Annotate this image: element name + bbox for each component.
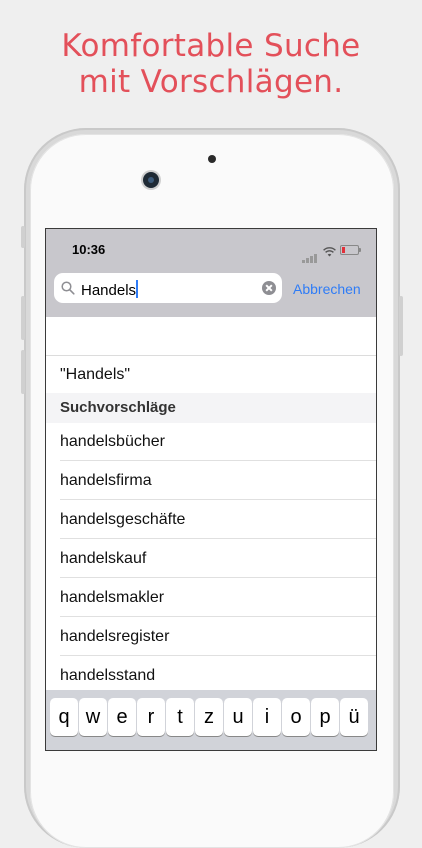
front-camera bbox=[143, 172, 159, 188]
clear-icon[interactable] bbox=[262, 281, 276, 295]
suggestion-item[interactable]: handelskauf bbox=[60, 540, 376, 578]
key-o[interactable]: o bbox=[282, 698, 310, 736]
query-result-item[interactable]: "Handels" bbox=[60, 356, 376, 394]
key-e[interactable]: e bbox=[108, 698, 136, 736]
search-icon bbox=[61, 281, 75, 300]
phone-screen: 10:36 Handels Abbrechen "Handels" Suchvo… bbox=[46, 229, 376, 750]
headline-line-2: mit Vorschlägen. bbox=[78, 64, 344, 100]
phone-side-button-right bbox=[399, 296, 403, 356]
key-u[interactable]: u bbox=[224, 698, 252, 736]
suggestion-item[interactable]: handelsregister bbox=[60, 618, 376, 656]
keyboard: q w e r t z u i o p ü bbox=[46, 690, 376, 750]
suggestions-section-header: Suchvorschläge bbox=[46, 393, 376, 423]
search-bar: Handels Abbrechen bbox=[46, 271, 376, 317]
status-time: 10:36 bbox=[72, 242, 106, 257]
key-r[interactable]: r bbox=[137, 698, 165, 736]
key-z[interactable]: z bbox=[195, 698, 223, 736]
key-w[interactable]: w bbox=[79, 698, 107, 736]
key-i[interactable]: i bbox=[253, 698, 281, 736]
phone-side-button-left-1 bbox=[21, 226, 25, 248]
empty-result-row bbox=[46, 317, 376, 356]
headline-line-1: Komfortable Suche bbox=[61, 28, 361, 64]
phone-side-button-left-3 bbox=[21, 350, 25, 394]
battery-icon bbox=[340, 245, 361, 255]
search-input-value: Handels bbox=[81, 280, 139, 299]
search-input[interactable]: Handels bbox=[54, 273, 282, 303]
text-cursor bbox=[136, 280, 139, 298]
key-p[interactable]: p bbox=[311, 698, 339, 736]
status-bar: 10:36 bbox=[46, 229, 376, 271]
key-u-umlaut[interactable]: ü bbox=[340, 698, 368, 736]
key-q[interactable]: q bbox=[50, 698, 78, 736]
section-title: Suchvorschläge bbox=[60, 399, 176, 416]
suggestion-item[interactable]: handelsmakler bbox=[60, 579, 376, 617]
phone-side-button-left-2 bbox=[21, 296, 25, 340]
cancel-button[interactable]: Abbrechen bbox=[293, 281, 361, 297]
suggestion-item[interactable]: handelsgeschäfte bbox=[60, 501, 376, 539]
wifi-icon bbox=[323, 244, 336, 262]
key-t[interactable]: t bbox=[166, 698, 194, 736]
promo-headline: Komfortable Suche mit Vorschlägen. bbox=[0, 28, 422, 100]
suggestion-item[interactable]: handelsbücher bbox=[60, 423, 376, 461]
phone-sensor-dot bbox=[208, 155, 216, 163]
battery-level bbox=[342, 247, 345, 253]
suggestion-item[interactable]: handelsfirma bbox=[60, 462, 376, 500]
signal-icon bbox=[302, 245, 318, 263]
